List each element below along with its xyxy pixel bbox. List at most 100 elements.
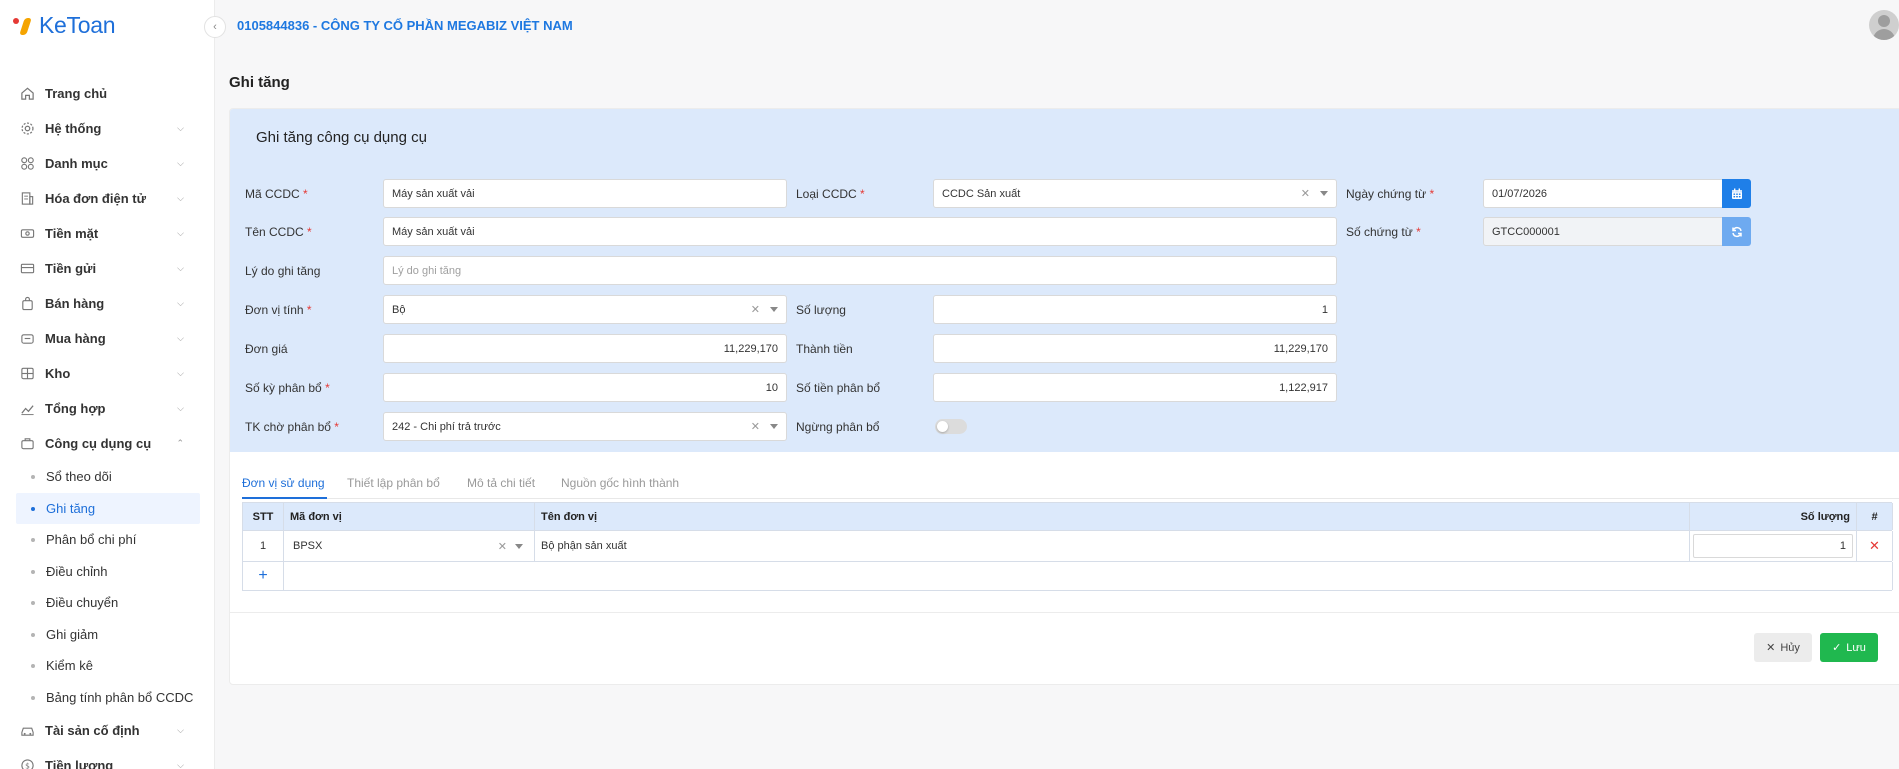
add-row-blank bbox=[284, 562, 1893, 590]
refresh-button[interactable] bbox=[1722, 217, 1751, 246]
ten-ccdc-input[interactable]: Máy sản xuất vải bbox=[383, 217, 1337, 246]
chevron-down-icon: ⌵ bbox=[177, 760, 184, 769]
so-chung-tu-input: GTCC000001 bbox=[1483, 217, 1723, 246]
sidebar-item-he-thong[interactable]: Hệ thống ⌵ bbox=[0, 111, 214, 146]
detail-tabs: Đơn vị sử dụng Thiết lập phân bổ Mô tả c… bbox=[242, 467, 1899, 499]
clear-icon[interactable]: ✕ bbox=[498, 540, 507, 553]
loai-ccdc-select[interactable]: CCDC Sản xuất ✕ bbox=[933, 179, 1337, 208]
form-card: Ghi tăng công cụ dụng cụ Mã CCDC * Máy s… bbox=[229, 108, 1899, 685]
gear-icon bbox=[18, 120, 36, 138]
row-ma-don-vi-cell: BPSX ✕ bbox=[284, 531, 535, 561]
caret-down-icon[interactable] bbox=[770, 307, 778, 312]
chevron-down-icon: ⌵ bbox=[177, 228, 184, 238]
warehouse-icon bbox=[18, 365, 36, 383]
sidebar-item-kho[interactable]: Kho ⌵ bbox=[0, 356, 214, 391]
don-gia-input[interactable]: 11,229,170 bbox=[383, 334, 787, 363]
save-button[interactable]: ✓ Lưu bbox=[1820, 633, 1878, 662]
sidebar-subitem-ghi-giam[interactable]: Ghi giảm bbox=[0, 619, 200, 651]
ngay-chung-tu-input[interactable]: 01/07/2026 bbox=[1483, 179, 1723, 208]
sidebar-subitem-bang-tinh[interactable]: Bảng tính phân bổ CCDC bbox=[0, 682, 200, 714]
tab-mo-ta-chi-tiet[interactable]: Mô tả chi tiết bbox=[467, 476, 535, 490]
so-tien-phan-bo-input[interactable]: 1,122,917 bbox=[933, 373, 1337, 402]
avatar[interactable] bbox=[1869, 10, 1899, 40]
clear-icon[interactable]: ✕ bbox=[751, 303, 760, 316]
thanh-tien-input[interactable]: 11,229,170 bbox=[933, 334, 1337, 363]
sidebar: KeToan Trang chủ Hệ thống ⌵ Danh mục ⌵ H… bbox=[0, 0, 215, 769]
sidebar-subitem-dieu-chinh[interactable]: Điều chỉnh bbox=[0, 556, 200, 588]
sidebar-subitem-so-theo-doi[interactable]: Sổ theo dõi bbox=[0, 461, 200, 493]
tab-don-vi-su-dung[interactable]: Đơn vị sử dụng bbox=[242, 476, 325, 490]
chevron-down-icon: ⌵ bbox=[177, 193, 184, 203]
caret-down-icon[interactable] bbox=[770, 424, 778, 429]
sidebar-item-mua-hang[interactable]: Mua hàng ⌵ bbox=[0, 321, 214, 356]
chevron-down-icon: ⌵ bbox=[177, 123, 184, 133]
so-ky-phan-bo-input[interactable]: 10 bbox=[383, 373, 787, 402]
cash-icon bbox=[18, 225, 36, 243]
grid-icon bbox=[18, 155, 36, 173]
chevron-down-icon: ⌵ bbox=[177, 725, 184, 735]
row-so-luong-input[interactable]: 1 bbox=[1693, 534, 1853, 558]
tk-cho-phan-bo-label: TK chờ phân bổ * bbox=[245, 420, 339, 434]
table-header: STT Mã đơn vị Tên đơn vị Số lượng # bbox=[242, 502, 1893, 531]
sidebar-subitem-kiem-ke[interactable]: Kiểm kê bbox=[0, 650, 200, 682]
add-row-cell: + bbox=[243, 562, 284, 590]
bag-icon bbox=[18, 295, 36, 313]
caret-down-icon[interactable] bbox=[515, 544, 523, 549]
sidebar-item-hoa-don[interactable]: Hóa đơn điện tử ⌵ bbox=[0, 181, 214, 216]
row-stt: 1 bbox=[243, 531, 284, 561]
col-so-luong: Số lượng bbox=[1690, 503, 1857, 530]
so-ky-phan-bo-label: Số kỳ phân bổ * bbox=[245, 381, 330, 395]
add-row-icon[interactable]: + bbox=[258, 567, 267, 585]
sidebar-item-trang-chu[interactable]: Trang chủ bbox=[0, 76, 214, 111]
tab-thiet-lap-phan-bo[interactable]: Thiết lập phân bổ bbox=[347, 476, 440, 490]
sidebar-collapse-button[interactable]: ‹ bbox=[204, 16, 226, 38]
ngung-phan-bo-label: Ngừng phân bổ bbox=[796, 420, 880, 434]
ma-ccdc-label: Mã CCDC * bbox=[245, 187, 308, 201]
delete-row-icon[interactable]: ✕ bbox=[1869, 538, 1880, 554]
row-delete-cell: ✕ bbox=[1857, 531, 1893, 561]
thanh-tien-label: Thành tiền bbox=[796, 342, 853, 356]
so-luong-input[interactable]: 1 bbox=[933, 295, 1337, 324]
chevron-down-icon: ⌵ bbox=[177, 403, 184, 413]
clear-icon[interactable]: ✕ bbox=[751, 420, 760, 433]
don-gia-label: Đơn giá bbox=[245, 342, 288, 356]
app-logo[interactable]: KeToan bbox=[13, 12, 116, 39]
chevron-down-icon: ⌵ bbox=[177, 158, 184, 168]
calendar-icon bbox=[1731, 188, 1742, 199]
chevron-up-icon: ⌃ bbox=[176, 438, 184, 448]
close-icon: ✕ bbox=[1766, 642, 1776, 654]
tools-icon bbox=[18, 435, 36, 453]
row-ma-don-vi-select[interactable]: BPSX ✕ bbox=[287, 534, 531, 558]
tk-cho-phan-bo-select[interactable]: 242 - Chi phí trả trước ✕ bbox=[383, 412, 787, 441]
form-section: Ghi tăng công cụ dụng cụ Mã CCDC * Máy s… bbox=[230, 109, 1899, 452]
sidebar-subitem-phan-bo-chi-phi[interactable]: Phân bổ chi phí bbox=[0, 524, 200, 556]
don-vi-tinh-select[interactable]: Bộ ✕ bbox=[383, 295, 787, 324]
sidebar-item-tai-san-co-dinh[interactable]: Tài sản cố định ⌵ bbox=[0, 713, 214, 748]
sidebar-item-tien-luong[interactable]: $ Tiền lương ⌵ bbox=[0, 748, 214, 769]
sidebar-item-tien-gui[interactable]: Tiền gửi ⌵ bbox=[0, 251, 214, 286]
sidebar-item-tien-mat[interactable]: Tiền mặt ⌵ bbox=[0, 216, 214, 251]
svg-text:$: $ bbox=[25, 761, 30, 769]
top-header: 0105844836 - CÔNG TY CỔ PHẦN MEGABIZ VIỆ… bbox=[215, 0, 1899, 50]
sidebar-item-danh-muc[interactable]: Danh mục ⌵ bbox=[0, 146, 214, 181]
calendar-button[interactable] bbox=[1722, 179, 1751, 208]
chevron-down-icon: ⌵ bbox=[177, 368, 184, 378]
caret-down-icon[interactable] bbox=[1320, 191, 1328, 196]
clear-icon[interactable]: ✕ bbox=[1301, 187, 1310, 200]
ten-ccdc-label: Tên CCDC * bbox=[245, 225, 312, 239]
ma-ccdc-input[interactable]: Máy sản xuất vải bbox=[383, 179, 787, 208]
sidebar-subitem-dieu-chuyen[interactable]: Điều chuyển bbox=[0, 587, 200, 619]
sidebar-item-tong-hop[interactable]: Tổng hợp ⌵ bbox=[0, 391, 214, 426]
tab-nguon-goc-hinh-thanh[interactable]: Nguồn gốc hình thành bbox=[561, 476, 679, 490]
so-tien-phan-bo-label: Số tiền phân bổ bbox=[796, 381, 881, 395]
chevron-down-icon: ⌵ bbox=[177, 263, 184, 273]
sidebar-item-cong-cu-dung-cu[interactable]: Công cụ dụng cụ ⌃ bbox=[0, 426, 214, 461]
sidebar-item-ban-hang[interactable]: Bán hàng ⌵ bbox=[0, 286, 214, 321]
company-name[interactable]: 0105844836 - CÔNG TY CỔ PHẦN MEGABIZ VIỆ… bbox=[237, 18, 573, 33]
cancel-button[interactable]: ✕ Hủy bbox=[1754, 633, 1812, 662]
chevron-down-icon: ⌵ bbox=[177, 333, 184, 343]
sidebar-subitem-ghi-tang[interactable]: Ghi tăng bbox=[16, 492, 200, 524]
ngung-phan-bo-toggle[interactable] bbox=[935, 419, 967, 434]
ly-do-input[interactable]: Lý do ghi tăng bbox=[383, 256, 1337, 285]
row-ten-don-vi: Bộ phận sản xuất bbox=[535, 531, 1690, 561]
